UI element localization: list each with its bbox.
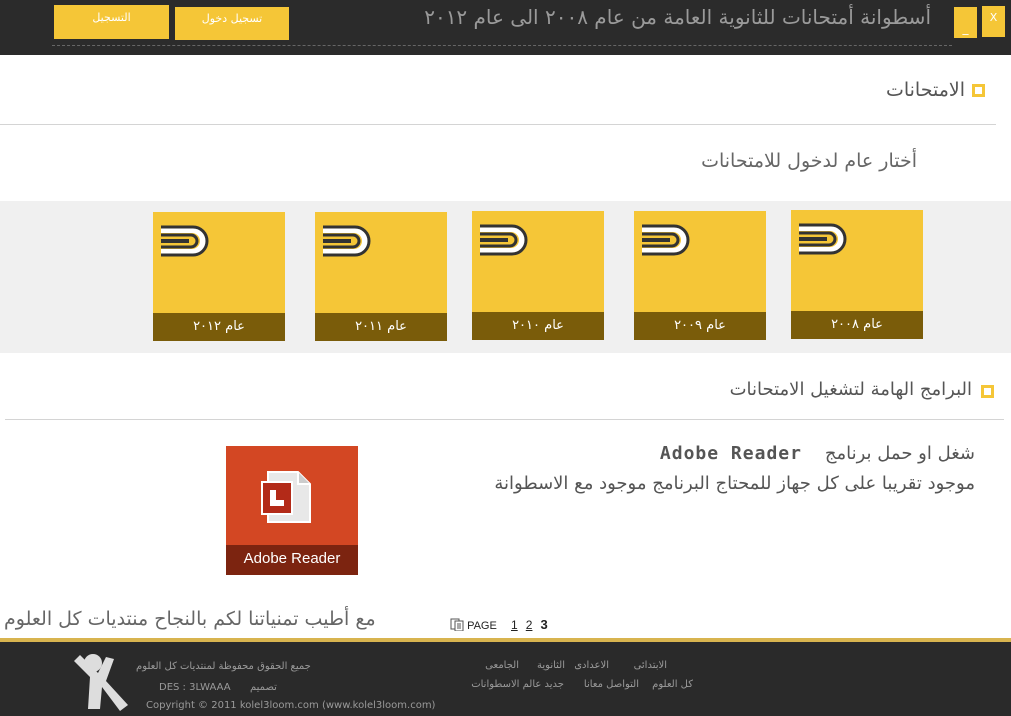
year-tile-2010[interactable]: عام ٢٠١٠ (472, 211, 604, 340)
footer-link-secondary[interactable]: الثانوية (537, 660, 565, 671)
year-tile-2008[interactable]: عام ٢٠٠٨ (791, 210, 923, 339)
footer-copyright: Copyright © 2011 kolel3loom.com (www.kol… (146, 700, 436, 711)
year-label: عام ٢٠١١ (315, 313, 447, 341)
login-button[interactable]: تسجيل دخول (175, 7, 289, 40)
programs-line-prefix: شغل او حمل برنامج (824, 443, 975, 464)
programs-line-1: شغل او حمل برنامج Adobe Reader (660, 443, 975, 464)
footer-link-new-discs[interactable]: جديد عالم الاسطوانات (471, 679, 564, 690)
footer-designer: DES : 3LWAAA (159, 682, 231, 693)
year-label: عام ٢٠١٠ (472, 312, 604, 340)
adobe-reader-label: Adobe Reader (226, 545, 358, 575)
page-link-3[interactable]: 3 (541, 617, 548, 632)
year-label: عام ٢٠٠٨ (791, 311, 923, 339)
exams-heading: الامتحانات (885, 79, 965, 101)
pager-label: PAGE (467, 620, 497, 632)
app-title: أسطوانة أمتحانات للثانوية العامة من عام … (424, 5, 931, 29)
year-tile-2009[interactable]: عام ٢٠٠٩ (634, 211, 766, 340)
brand-logo-icon (799, 223, 847, 255)
footer-link-preparatory[interactable]: الاعدادى (574, 660, 609, 671)
page-link-1[interactable]: 1 (511, 618, 518, 632)
brand-logo-icon (642, 224, 690, 256)
adobe-reader-tile[interactable]: Adobe Reader (226, 446, 358, 575)
close-button[interactable]: X (982, 6, 1005, 37)
title-divider (52, 45, 952, 46)
footer-rights: جميع الحقوق محفوظة لمنتديات كل العلوم (136, 661, 311, 672)
page-link-2[interactable]: 2 (526, 618, 533, 632)
exams-divider (0, 124, 996, 125)
year-label: عام ٢٠٠٩ (634, 312, 766, 340)
pager: PAGE 1 2 3 (450, 617, 548, 632)
programs-divider (5, 419, 1004, 420)
footer-design-label: تصميم (250, 682, 277, 693)
pages-icon (450, 618, 464, 632)
program-name: Adobe Reader (659, 443, 802, 464)
register-button[interactable]: التسجيل (54, 5, 169, 39)
year-label: عام ٢٠١٢ (153, 313, 285, 341)
section-bullet-icon (981, 385, 994, 398)
programs-heading: البرامج الهامة لتشغيل الامتحانات (729, 379, 972, 400)
footer-link-contact[interactable]: التواصل معانا (584, 679, 639, 690)
brand-logo-icon (323, 225, 371, 257)
year-tile-2011[interactable]: عام ٢٠١١ (315, 212, 447, 341)
brand-logo-icon (480, 224, 528, 256)
brand-logo-icon (161, 225, 209, 257)
pdf-document-icon (261, 471, 311, 523)
footer-link-primary[interactable]: الابتدائى (634, 660, 667, 671)
section-bullet-icon (972, 84, 985, 97)
footer-link-all-sciences[interactable]: كل العلوم (652, 679, 693, 690)
exams-prompt: أختار عام لدخول للامتحانات (701, 150, 917, 172)
minimize-button[interactable]: _ (954, 7, 977, 38)
footer-message: مع أطيب تمنياتنا لكم بالنجاح منتديات كل … (4, 608, 376, 630)
year-tile-2012[interactable]: عام ٢٠١٢ (153, 212, 285, 341)
footer-link-university[interactable]: الجامعى (485, 660, 519, 671)
programs-line-2: موجود تقريبا على كل جهاز للمحتاج البرنام… (494, 473, 975, 494)
site-logo-icon (74, 654, 128, 711)
